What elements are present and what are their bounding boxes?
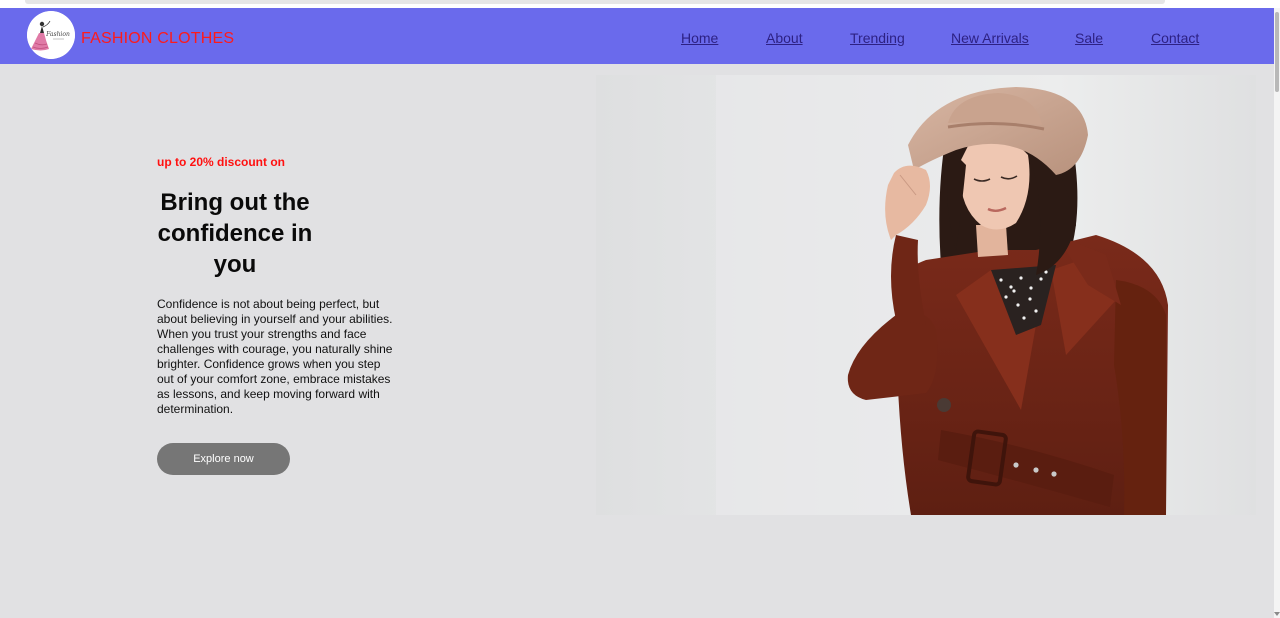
hero-image bbox=[596, 75, 1256, 515]
brand-logo[interactable]: Fashion bbox=[27, 11, 75, 59]
nav-link-home[interactable]: Home bbox=[681, 30, 718, 47]
scroll-down-arrow-icon[interactable] bbox=[1274, 612, 1280, 616]
scrollbar-thumb[interactable] bbox=[1275, 12, 1279, 92]
discount-label: up to 20% discount on bbox=[157, 155, 285, 169]
nav-link-trending[interactable]: Trending bbox=[850, 30, 905, 47]
browser-top-strip bbox=[0, 0, 1280, 8]
model-photo-illustration bbox=[596, 75, 1256, 515]
nav-link-contact[interactable]: Contact bbox=[1151, 30, 1199, 47]
hero-description: Confidence is not about being perfect, b… bbox=[157, 297, 393, 416]
brand-name: FASHION CLOTHES bbox=[81, 30, 235, 47]
nav-link-new-arrivals[interactable]: New Arrivals bbox=[951, 30, 1029, 47]
dress-logo-icon: Fashion bbox=[27, 11, 75, 59]
svg-text:Fashion: Fashion bbox=[45, 31, 70, 38]
page-scrollbar[interactable] bbox=[1274, 8, 1280, 618]
browser-tab-bar bbox=[25, 0, 1165, 4]
nav-link-sale[interactable]: Sale bbox=[1075, 30, 1103, 47]
explore-now-button[interactable]: Explore now bbox=[157, 443, 290, 475]
navbar: Fashion FASHION CLOTHES Home About Trend… bbox=[0, 8, 1274, 64]
hero-headline: Bring out the confidence in you bbox=[157, 189, 313, 278]
nav-link-about[interactable]: About bbox=[766, 30, 803, 47]
